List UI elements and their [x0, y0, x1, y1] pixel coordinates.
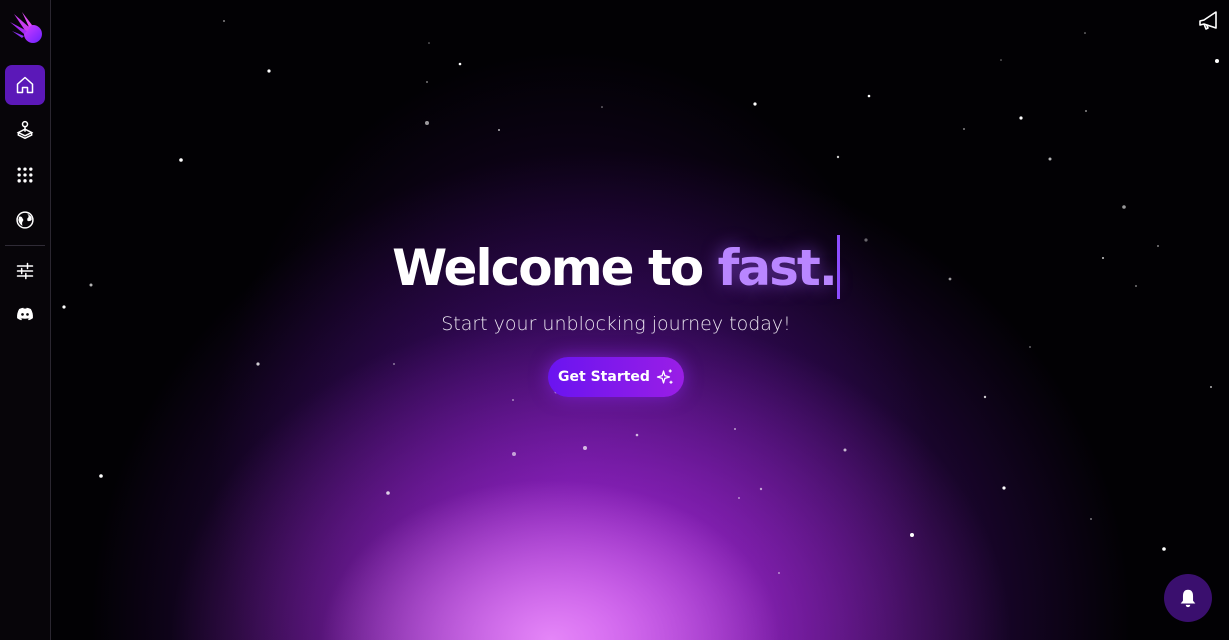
- fast-rocket-logo[interactable]: [8, 10, 44, 46]
- get-started-button[interactable]: Get Started: [548, 357, 684, 397]
- sidebar-item-apps[interactable]: [5, 155, 45, 195]
- sidebar: [0, 0, 51, 640]
- main-content: Welcome to fast. Start your unblocking j…: [51, 0, 1229, 640]
- hero-title-accent: fast.: [717, 239, 838, 297]
- hero-section: Welcome to fast. Start your unblocking j…: [51, 235, 1181, 335]
- apps-grid-icon: [17, 167, 33, 183]
- hero-title: Welcome to fast.: [51, 235, 1181, 301]
- sparkles-icon: [656, 369, 673, 384]
- megaphone-icon: [1199, 11, 1217, 30]
- app-window: Welcome to fast. Start your unblocking j…: [0, 0, 1229, 640]
- bell-icon: [1180, 589, 1196, 608]
- sidebar-item-discord[interactable]: [5, 294, 45, 334]
- sidebar-item-games[interactable]: [5, 110, 45, 150]
- get-started-label: Get Started: [558, 369, 650, 385]
- hero-subtitle: Start your unblocking journey today!: [441, 313, 791, 335]
- sidebar-item-browser[interactable]: [5, 200, 45, 240]
- notifications-button[interactable]: [1164, 574, 1212, 622]
- joystick-icon: [16, 120, 34, 140]
- sidebar-item-settings[interactable]: [5, 251, 45, 291]
- typing-caret: [836, 235, 840, 299]
- sidebar-divider: [5, 245, 45, 246]
- discord-icon: [17, 307, 33, 321]
- globe-icon: [16, 211, 34, 229]
- announcements-button[interactable]: [1197, 8, 1221, 32]
- sidebar-item-home[interactable]: [5, 65, 45, 105]
- home-icon: [16, 76, 34, 94]
- sliders-icon: [16, 262, 34, 280]
- hero-title-prefix: Welcome to: [392, 239, 718, 297]
